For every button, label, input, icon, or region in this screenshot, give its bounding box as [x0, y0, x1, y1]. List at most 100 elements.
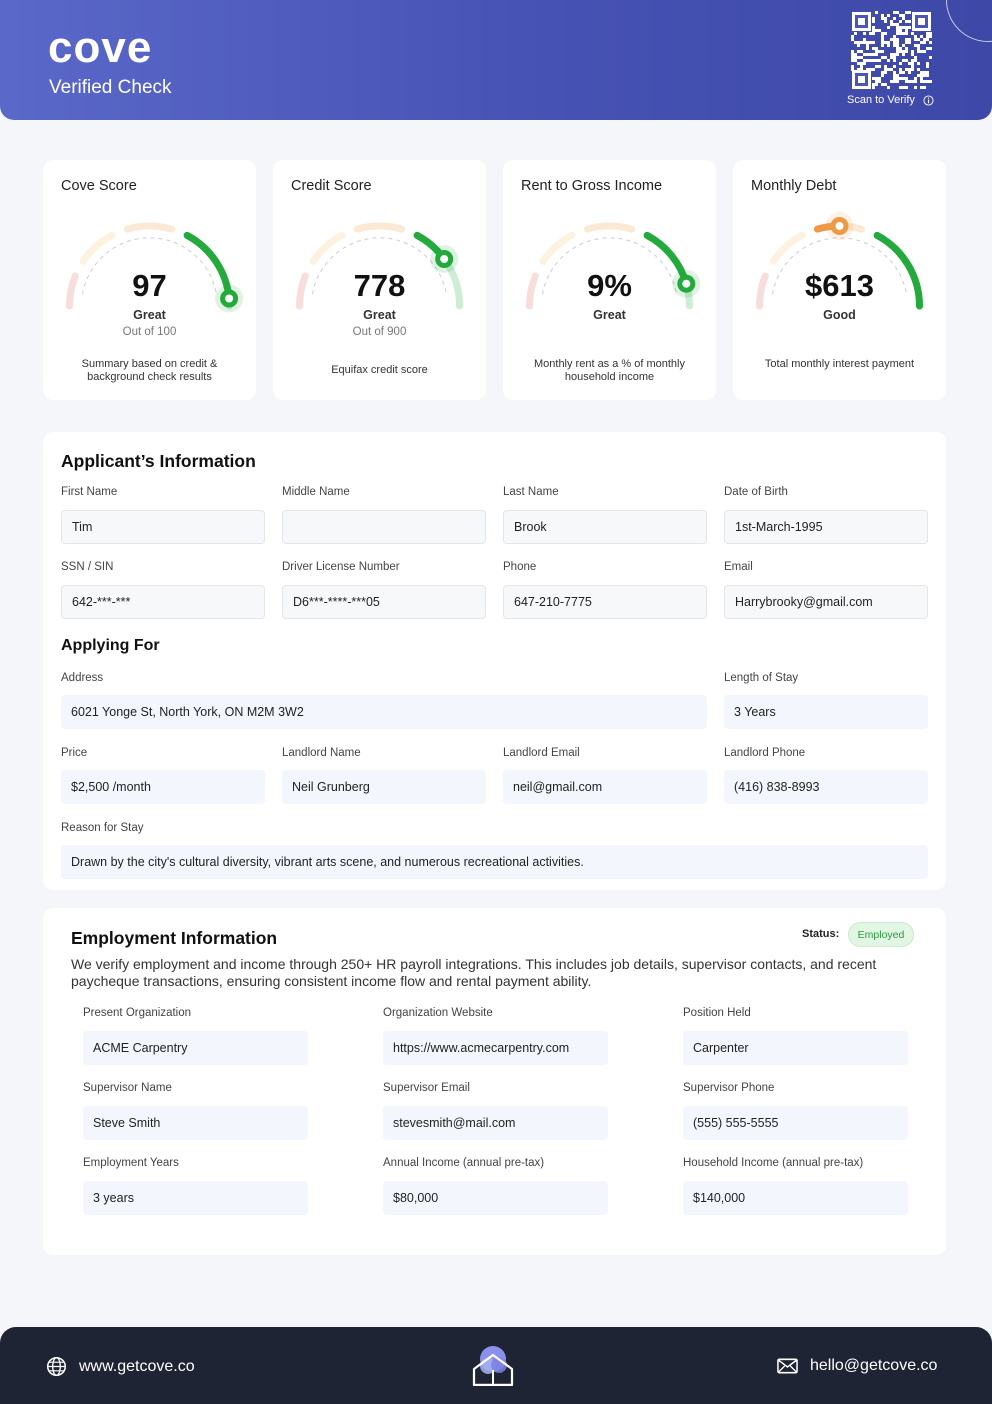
- score-value: 97: [132, 268, 167, 303]
- gauge-segment-2: [583, 222, 636, 233]
- gauge-indicator-center: [835, 222, 844, 230]
- middle-name-field[interactable]: [282, 510, 486, 544]
- phone-field[interactable]: 647-210-7775: [503, 585, 707, 619]
- qr-module: [872, 29, 875, 32]
- organization-website-label: Organization Website: [383, 1007, 493, 1019]
- qr-module: [914, 86, 917, 89]
- gauge-segment-2: [123, 222, 176, 233]
- qr-module: [905, 41, 908, 44]
- qr-module: [887, 41, 890, 44]
- qr-module: [899, 77, 902, 80]
- gauge-indicator-center: [440, 255, 449, 263]
- qr-module: [905, 50, 908, 53]
- landlord-phone-field[interactable]: (416) 838-8993: [724, 770, 928, 804]
- qr-module: [887, 44, 890, 47]
- gauge-segment-1: [79, 231, 116, 265]
- qr-finder-center: [858, 18, 865, 25]
- qr-module: [923, 38, 926, 41]
- household-income-label: Household Income (annual pre-tax): [683, 1157, 864, 1169]
- qr-module: [899, 62, 902, 65]
- organization-website-field[interactable]: https://www.acmecarpentry.com: [383, 1031, 608, 1065]
- qr-code[interactable]: [851, 11, 932, 90]
- qr-module: [914, 38, 917, 41]
- qr-module: [896, 80, 899, 83]
- email-field[interactable]: Harrybrooky@gmail.com: [724, 585, 928, 619]
- score-card-credit: Credit Score 778 Great Out of 900 Equifa…: [273, 160, 486, 400]
- qr-module: [863, 32, 866, 35]
- landlord-phone-label: Landlord Phone: [724, 747, 806, 759]
- qr-module: [905, 11, 908, 14]
- score-card-title: Rent to Gross Income: [521, 178, 663, 194]
- qr-module: [875, 29, 878, 32]
- position-held-field[interactable]: Carpenter: [683, 1031, 908, 1065]
- qr-module: [872, 59, 875, 62]
- landlord-name-field[interactable]: Neil Grunberg: [282, 770, 486, 804]
- length-of-stay-field[interactable]: 3 Years: [724, 695, 928, 729]
- qr-module: [866, 47, 869, 50]
- applicant-info-title: Applicant’s Information: [61, 451, 256, 471]
- qr-module: [902, 53, 905, 56]
- address-field[interactable]: 6021 Yonge St, North York, ON M2M 3W2: [61, 695, 707, 729]
- qr-module: [884, 56, 887, 59]
- score-rating: Good: [823, 308, 856, 322]
- status-label: Status:: [802, 928, 840, 940]
- present-organization-label: Present Organization: [83, 1007, 192, 1019]
- qr-module: [896, 53, 899, 56]
- qr-module: [896, 32, 899, 35]
- supervisor-email-field[interactable]: stevesmith@mail.com: [383, 1106, 608, 1140]
- qr-module: [890, 56, 893, 59]
- qr-module: [920, 41, 923, 44]
- qr-module: [881, 32, 884, 35]
- present-organization-field[interactable]: ACME Carpentry: [83, 1031, 308, 1065]
- qr-module: [896, 44, 899, 47]
- price-field[interactable]: $2,500 /month: [61, 770, 265, 804]
- qr-module: [926, 35, 929, 38]
- qr-module: [860, 65, 863, 68]
- qr-module: [857, 50, 860, 53]
- last-name-field[interactable]: Brook: [503, 510, 707, 544]
- qr-module: [905, 38, 908, 41]
- annual-income-field[interactable]: $80,000: [383, 1181, 608, 1215]
- reason-for-stay-field[interactable]: Drawn by the city's cultural diversity, …: [61, 845, 928, 879]
- supervisor-phone-field[interactable]: (555) 555-5555: [683, 1106, 908, 1140]
- qr-module: [908, 80, 911, 83]
- employment-years-field[interactable]: 3 years: [83, 1181, 308, 1215]
- ssn-field[interactable]: 642-***-***: [61, 585, 265, 619]
- qr-module: [926, 71, 929, 74]
- qr-module: [878, 59, 881, 62]
- date-of-birth-field[interactable]: 1st-March-1995: [724, 510, 928, 544]
- qr-module: [884, 65, 887, 68]
- qr-module: [857, 44, 860, 47]
- qr-module: [905, 47, 908, 50]
- ssn-label: SSN / SIN: [61, 561, 114, 573]
- qr-module: [890, 80, 893, 83]
- qr-module: [929, 56, 932, 59]
- score-value: $613: [805, 268, 874, 303]
- gauge-segment-1: [309, 231, 346, 265]
- info-icon[interactable]: [923, 94, 934, 106]
- footer-email-link[interactable]: hello@getcove.co: [777, 1356, 937, 1376]
- supervisor-name-field[interactable]: Steve Smith: [83, 1106, 308, 1140]
- employment-description: We verify employment and income through …: [71, 956, 877, 989]
- household-income-field[interactable]: $140,000: [683, 1181, 908, 1215]
- score-card-title: Monthly Debt: [751, 178, 837, 194]
- qr-module: [851, 59, 854, 62]
- qr-module: [929, 32, 932, 35]
- driver-license-field[interactable]: D6***-****-***05: [282, 585, 486, 619]
- qr-module: [863, 41, 866, 44]
- landlord-email-field[interactable]: neil@gmail.com: [503, 770, 707, 804]
- qr-module: [923, 41, 926, 44]
- footer-website-link[interactable]: www.getcove.co: [46, 1356, 195, 1377]
- qr-module: [899, 71, 902, 74]
- first-name-field[interactable]: Tim: [61, 510, 265, 544]
- qr-module: [866, 41, 869, 44]
- qr-module: [884, 83, 887, 86]
- gauge-segment-2: [353, 222, 406, 233]
- qr-module: [866, 44, 869, 47]
- qr-module: [887, 59, 890, 62]
- qr-module: [905, 80, 908, 83]
- qr-module: [893, 65, 896, 68]
- score-description: Equifax credit score: [331, 364, 428, 376]
- qr-module: [884, 68, 887, 71]
- price-label: Price: [61, 747, 88, 759]
